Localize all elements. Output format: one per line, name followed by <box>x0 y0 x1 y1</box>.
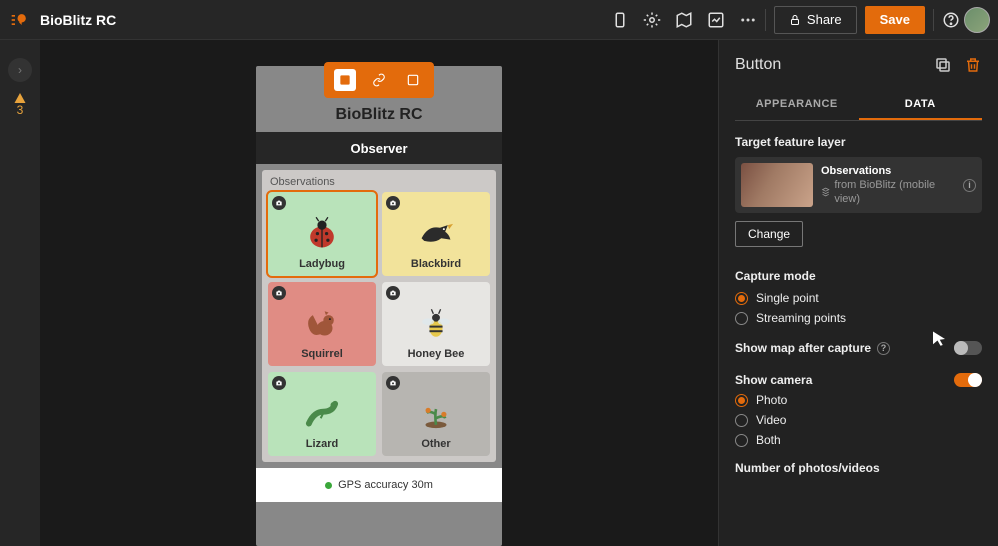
gps-status: GPS accuracy 30m <box>256 468 502 502</box>
option-label: Single point <box>756 291 819 305</box>
view-mode-link-icon[interactable] <box>368 69 390 91</box>
view-mode-page-icon[interactable] <box>334 69 356 91</box>
top-bar: BioBlitz RC Share Save <box>0 0 998 40</box>
show-map-toggle[interactable] <box>954 341 982 355</box>
help-icon[interactable] <box>942 11 960 29</box>
top-tool-icons <box>611 11 757 29</box>
lock-icon <box>789 14 801 26</box>
option-label: Both <box>756 433 781 447</box>
share-label: Share <box>807 12 842 27</box>
map-icon[interactable] <box>675 11 693 29</box>
camera-both-option[interactable]: Both <box>735 433 982 447</box>
option-label: Photo <box>756 393 787 407</box>
camera-badge-icon <box>272 376 286 390</box>
view-mode-switcher <box>324 62 434 98</box>
tab-data[interactable]: DATA <box>859 90 983 120</box>
card-label: Blackbird <box>411 258 461 270</box>
camera-video-option[interactable]: Video <box>735 413 982 427</box>
change-layer-button[interactable]: Change <box>735 221 803 247</box>
warning-count: 3 <box>17 104 24 116</box>
settings-icon[interactable] <box>643 11 661 29</box>
panel-tabs: APPEARANCE DATA <box>735 90 982 121</box>
observation-card[interactable]: Other <box>382 372 490 456</box>
analytics-icon[interactable] <box>707 11 725 29</box>
camera-badge-icon <box>386 376 400 390</box>
radio-icon <box>735 434 748 447</box>
expand-rail-button[interactable]: › <box>8 58 32 82</box>
divider <box>765 9 766 31</box>
view-mode-frame-icon[interactable] <box>402 69 424 91</box>
radio-icon <box>735 312 748 325</box>
cursor-icon <box>930 330 948 353</box>
card-label: Squirrel <box>301 348 343 360</box>
radio-icon <box>735 414 748 427</box>
gps-dot-icon <box>325 482 332 489</box>
capture-single-option[interactable]: Single point <box>735 291 982 305</box>
radio-icon <box>735 394 748 407</box>
observer-bar[interactable]: Observer <box>256 132 502 164</box>
layer-source-icon <box>821 187 830 197</box>
observation-card[interactable]: Honey Bee <box>382 282 490 366</box>
card-label: Lizard <box>306 438 338 450</box>
option-label: Streaming points <box>756 311 846 325</box>
layer-info-icon[interactable]: i <box>963 179 976 192</box>
phone-preview: BioBlitz RC Observer Observations Ladybu… <box>256 66 502 546</box>
target-layer-card: Observations from BioBlitz (mobile view)… <box>735 157 982 213</box>
observations-panel: Observations Ladybug Blackbird Squirrel Hon… <box>262 170 496 462</box>
observation-card[interactable]: Blackbird <box>382 192 490 276</box>
left-rail: › 3 <box>0 40 40 546</box>
target-layer-label: Target feature layer <box>735 135 982 149</box>
layer-source: from BioBlitz (mobile view) <box>821 178 955 207</box>
show-camera-label: Show camera <box>735 373 812 387</box>
device-preview-icon[interactable] <box>611 11 629 29</box>
card-label: Honey Bee <box>408 348 465 360</box>
option-label: Video <box>756 413 786 427</box>
gps-status-text: GPS accuracy 30m <box>338 479 433 491</box>
save-label: Save <box>880 12 910 27</box>
warning-indicator[interactable]: 3 <box>14 92 26 116</box>
observations-title: Observations <box>268 176 490 192</box>
share-button[interactable]: Share <box>774 6 857 34</box>
divider <box>933 9 934 31</box>
canvas: BioBlitz RC Observer Observations Ladybu… <box>40 40 718 546</box>
save-button[interactable]: Save <box>865 6 925 34</box>
tab-appearance[interactable]: APPEARANCE <box>735 90 859 120</box>
camera-badge-icon <box>386 286 400 300</box>
app-title: BioBlitz RC <box>40 12 116 28</box>
observation-card[interactable]: Squirrel <box>268 282 376 366</box>
layer-name: Observations <box>821 164 955 178</box>
camera-badge-icon <box>272 286 286 300</box>
radio-icon <box>735 292 748 305</box>
camera-badge-icon <box>386 196 400 210</box>
properties-panel: Button APPEARANCE DATA Target feature la… <box>718 40 998 546</box>
show-camera-toggle[interactable] <box>954 373 982 387</box>
capture-mode-label: Capture mode <box>735 269 982 283</box>
observation-card[interactable]: Ladybug <box>268 192 376 276</box>
panel-title: Button <box>735 56 781 74</box>
delete-icon[interactable] <box>964 56 982 74</box>
duplicate-icon[interactable] <box>934 56 952 74</box>
camera-badge-icon <box>272 196 286 210</box>
info-icon[interactable]: ? <box>877 342 890 355</box>
more-icon[interactable] <box>739 11 757 29</box>
layer-thumbnail <box>741 163 813 207</box>
camera-photo-option[interactable]: Photo <box>735 393 982 407</box>
card-label: Other <box>421 438 450 450</box>
card-label: Ladybug <box>299 258 345 270</box>
observation-card[interactable]: Lizard <box>268 372 376 456</box>
capture-streaming-option[interactable]: Streaming points <box>735 311 982 325</box>
user-avatar[interactable] <box>964 7 990 33</box>
num-photos-label: Number of photos/videos <box>735 461 982 475</box>
app-logo-icon <box>8 8 32 32</box>
show-map-label: Show map after capture? <box>735 341 890 355</box>
